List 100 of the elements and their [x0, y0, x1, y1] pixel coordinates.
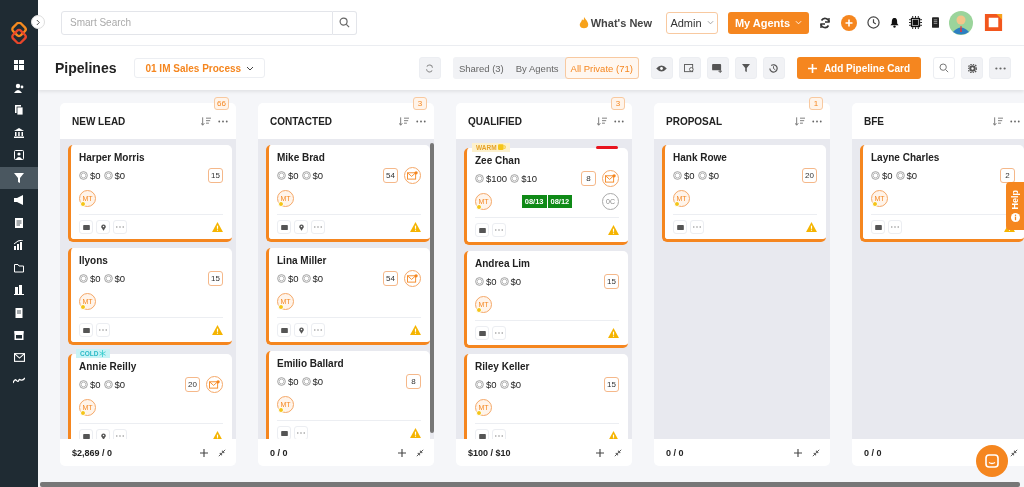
- count-badge: 54: [383, 168, 398, 183]
- contact-name: Hank Rowe: [673, 151, 728, 164]
- pin-icon: [298, 223, 304, 231]
- message-button[interactable]: [79, 220, 93, 234]
- more-icon[interactable]: [614, 119, 624, 123]
- avatar-icon[interactable]: [949, 10, 973, 35]
- coin-icon: [871, 171, 880, 180]
- card-search-button[interactable]: [678, 57, 701, 79]
- count-badge: 15: [208, 168, 223, 183]
- signature-icon: [13, 375, 25, 386]
- envelope-icon: [280, 430, 288, 436]
- folder-icon: [14, 262, 24, 273]
- chat-icon: [985, 454, 999, 468]
- contact-name: Lina Miller: [277, 254, 328, 267]
- plus-icon[interactable]: [794, 448, 802, 457]
- message-button[interactable]: [79, 323, 93, 337]
- filter-icon: [741, 64, 750, 72]
- message-button[interactable]: [475, 223, 489, 237]
- card-add-button[interactable]: [706, 57, 729, 79]
- collapse-icon[interactable]: [614, 448, 622, 457]
- search-icon: [339, 17, 350, 28]
- collapse-icon[interactable]: [812, 448, 820, 457]
- column-total: $100 / $10: [468, 447, 511, 458]
- sort-icon[interactable]: [597, 116, 607, 126]
- collapse-icon[interactable]: [218, 448, 226, 457]
- search-button[interactable]: [933, 57, 955, 79]
- envelope-icon: [676, 224, 684, 230]
- view-tab[interactable]: By Agents: [509, 57, 565, 79]
- scrollbar[interactable]: [430, 143, 434, 433]
- whats-new-link[interactable]: What's New: [590, 16, 652, 29]
- bell-icon[interactable]: [890, 17, 899, 28]
- amount: $0: [288, 376, 299, 387]
- add-icon[interactable]: [841, 14, 857, 31]
- megaphone-icon: [14, 195, 24, 206]
- clock-icon[interactable]: [867, 16, 880, 29]
- more-icon[interactable]: [812, 119, 822, 123]
- location-button[interactable]: [294, 323, 308, 337]
- amount: $0: [114, 379, 126, 390]
- more-icon[interactable]: [1010, 119, 1020, 123]
- refresh-icon[interactable]: [819, 16, 831, 29]
- role-dropdown[interactable]: Admin: [666, 11, 718, 34]
- envelope-icon: [82, 433, 90, 439]
- message-button[interactable]: [475, 326, 489, 340]
- message-button[interactable]: [871, 220, 885, 234]
- refresh-icon: [425, 63, 435, 73]
- warning-icon: [608, 225, 619, 235]
- cup-icon: [497, 144, 506, 151]
- sort-icon[interactable]: [399, 116, 409, 126]
- page-title: Pipelines: [55, 60, 117, 76]
- sort-icon[interactable]: [795, 116, 805, 126]
- count-badge: 20: [802, 168, 817, 183]
- settings-button[interactable]: [961, 57, 983, 79]
- coin-icon: [895, 171, 905, 180]
- visibility-button[interactable]: [650, 57, 673, 79]
- location-button[interactable]: [294, 220, 308, 234]
- message-button[interactable]: [277, 220, 291, 234]
- search-field[interactable]: Smart Search: [61, 10, 333, 35]
- filter-button[interactable]: [734, 57, 757, 79]
- contact-name: Ilyons: [79, 254, 109, 267]
- contact-name: Annie Reilly: [79, 360, 138, 373]
- coin-icon: [301, 377, 311, 386]
- app-logo-icon[interactable]: [983, 12, 1004, 33]
- logo-icon: [8, 22, 30, 44]
- phone-icon[interactable]: [932, 17, 939, 28]
- card-search-icon: [684, 63, 696, 73]
- envelope-icon: [280, 327, 288, 333]
- envelope-icon: [407, 274, 418, 283]
- plus-icon[interactable]: [398, 448, 406, 457]
- warning-icon: [410, 325, 421, 335]
- collapse-icon[interactable]: [1010, 448, 1018, 457]
- snowflake-icon: [99, 350, 107, 357]
- history-button[interactable]: [762, 57, 785, 79]
- contact-name: Layne Charles: [871, 151, 941, 164]
- location-button[interactable]: [96, 220, 110, 234]
- message-button[interactable]: [673, 220, 687, 234]
- contact-card-icon: [14, 150, 24, 161]
- collapse-icon[interactable]: [416, 448, 424, 457]
- plus-icon[interactable]: [596, 448, 604, 457]
- chevron-icon: [35, 18, 41, 26]
- dashboard-icon: [14, 60, 24, 71]
- sort-icon[interactable]: [201, 116, 211, 126]
- mail-icon: [13, 352, 25, 364]
- view-tab[interactable]: Shared (3): [452, 57, 510, 79]
- column-total: 0 / 0: [270, 447, 288, 458]
- scrollbar[interactable]: [40, 482, 1020, 487]
- more-icon[interactable]: [218, 119, 228, 123]
- message-button[interactable]: [277, 323, 291, 337]
- amount: $0: [114, 273, 126, 284]
- count-badge: 54: [383, 271, 398, 286]
- caret-icon: [795, 20, 803, 25]
- card-add-icon: [712, 63, 724, 73]
- chip-icon[interactable]: [909, 16, 922, 29]
- coin-icon: [475, 174, 484, 183]
- envelope-icon: [478, 433, 486, 439]
- search-button[interactable]: [333, 10, 357, 35]
- sort-icon[interactable]: [993, 116, 1003, 126]
- caret-icon: [246, 65, 255, 71]
- more-icon[interactable]: [416, 119, 426, 123]
- sidebar-item[interactable]: [0, 166, 38, 189]
- plus-icon[interactable]: [200, 448, 208, 457]
